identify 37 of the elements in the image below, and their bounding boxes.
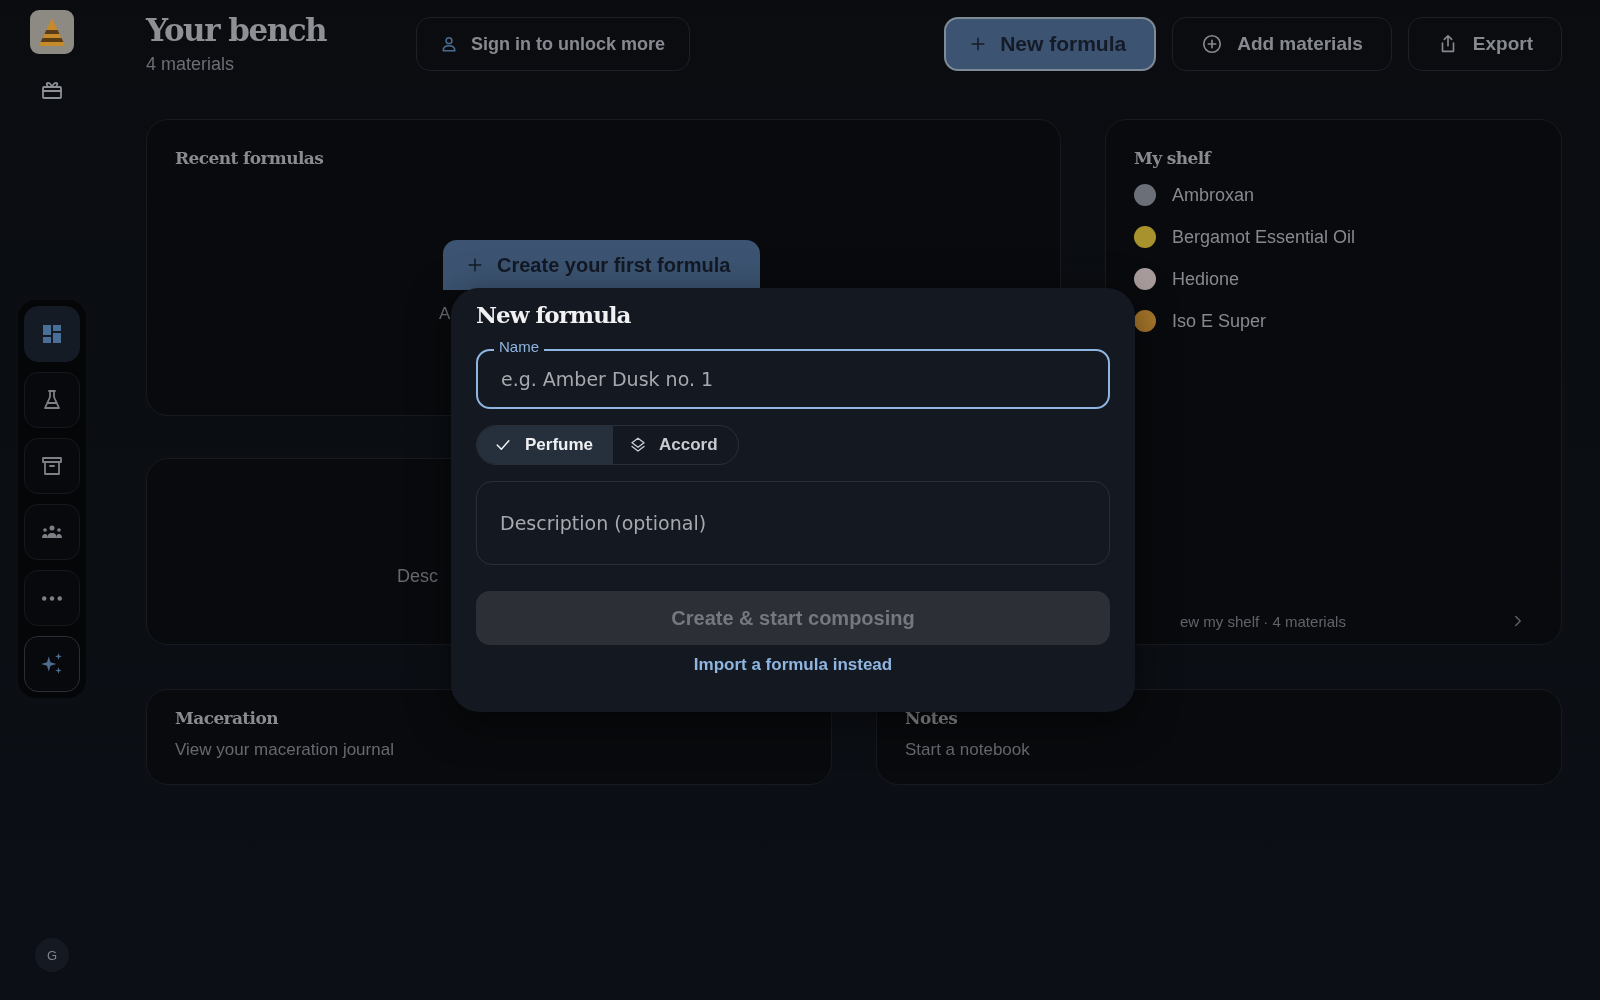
material-name[interactable]: Bergamot Essential Oil	[1172, 226, 1356, 248]
user-icon	[439, 34, 459, 54]
material-name[interactable]: Ambroxan	[1172, 184, 1255, 206]
material-count: 4 materials	[146, 54, 236, 75]
card-title: Notes	[905, 708, 959, 728]
avatar[interactable]: G	[35, 938, 69, 972]
page-title: Your bench	[146, 11, 328, 50]
type-option[interactable]: Perfume	[477, 426, 614, 464]
sign-in-button[interactable]: Sign in to unlock more	[416, 17, 690, 71]
card-description: Desc	[397, 566, 438, 587]
action-button[interactable]: Add materials	[1172, 17, 1392, 71]
nav-button[interactable]	[24, 306, 80, 362]
card-title: My shelf	[1134, 148, 1213, 168]
material-name[interactable]: Hedione	[1172, 268, 1240, 290]
field-label: Name	[494, 339, 544, 355]
type-option[interactable]: Accord	[613, 426, 738, 464]
empty-state-text: A	[439, 304, 451, 324]
card-text: Start a notebook	[905, 740, 1031, 760]
app-logo[interactable]	[30, 10, 74, 54]
archive-box-icon	[40, 454, 64, 478]
material-name[interactable]: Iso E Super	[1172, 310, 1267, 332]
layers-icon	[629, 436, 648, 454]
add-circle-icon	[1201, 33, 1224, 55]
description-field[interactable]: Description (optional)	[476, 481, 1110, 565]
import-link[interactable]: Import a formula instead	[693, 655, 893, 675]
dialog-title: New formula	[476, 300, 632, 330]
view-shelf-link[interactable]: ew my shelf · 4 materials	[1134, 612, 1533, 630]
nav-button[interactable]	[24, 372, 80, 428]
more-icon	[42, 595, 62, 601]
card-title: Maceration	[175, 708, 280, 728]
card-text: View your maceration journal	[175, 740, 395, 760]
nav-button[interactable]	[24, 504, 80, 560]
dashboard-icon	[40, 322, 64, 346]
action-button[interactable]: Export	[1407, 17, 1562, 71]
nav-button[interactable]	[24, 438, 80, 494]
card-title: Recent formulas	[175, 148, 324, 168]
link-card[interactable]: Notes Start a notebook	[876, 689, 1562, 785]
